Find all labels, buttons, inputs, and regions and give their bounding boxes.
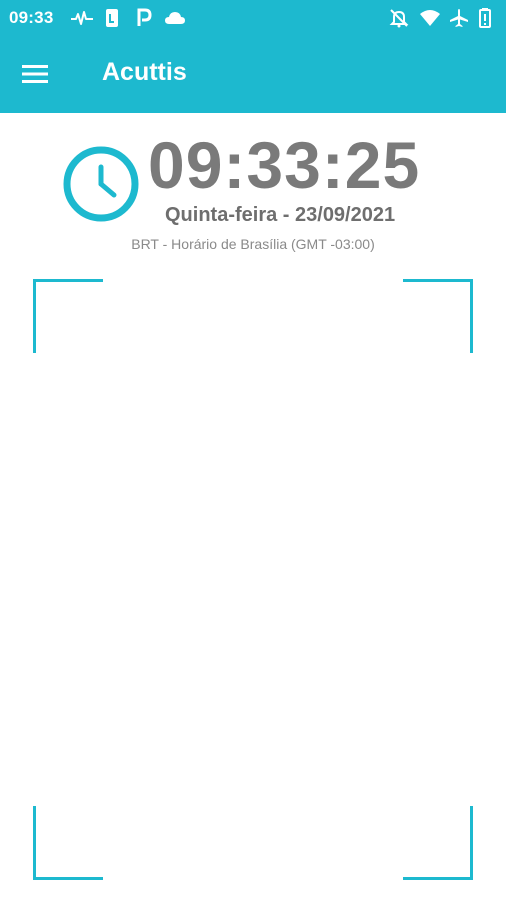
bell-off-icon [389, 9, 409, 28]
timezone-label: BRT - Horário de Brasília (GMT -03:00) [131, 236, 375, 252]
status-time: 09:33 [9, 8, 54, 27]
app-title: Acuttis [102, 58, 187, 86]
top-bar: 09:33 Acuttis [0, 0, 506, 113]
scan-frame-corner-top-left [33, 279, 103, 353]
pulse-icon [71, 11, 93, 25]
scan-frame-corner-bottom-right [403, 806, 473, 880]
wifi-icon [420, 10, 440, 26]
scan-frame-corner-bottom-left [33, 806, 103, 880]
airplane-icon [450, 9, 468, 27]
cloud-icon [165, 12, 185, 24]
status-bar: 09:33 [0, 0, 506, 36]
clock-icon [63, 146, 139, 222]
battery-icon [479, 8, 491, 28]
scanner-area[interactable] [33, 279, 473, 880]
app-root: 09:33 Acuttis 09:33:25 Quinta-feira - 23… [0, 0, 506, 900]
parking-icon [137, 8, 152, 26]
current-date: Quinta-feira - 23/09/2021 [165, 204, 396, 226]
phone-card-icon [106, 9, 118, 27]
current-time: 09:33:25 [148, 128, 421, 202]
menu-icon[interactable] [22, 62, 50, 86]
scan-frame-corner-top-right [403, 279, 473, 353]
